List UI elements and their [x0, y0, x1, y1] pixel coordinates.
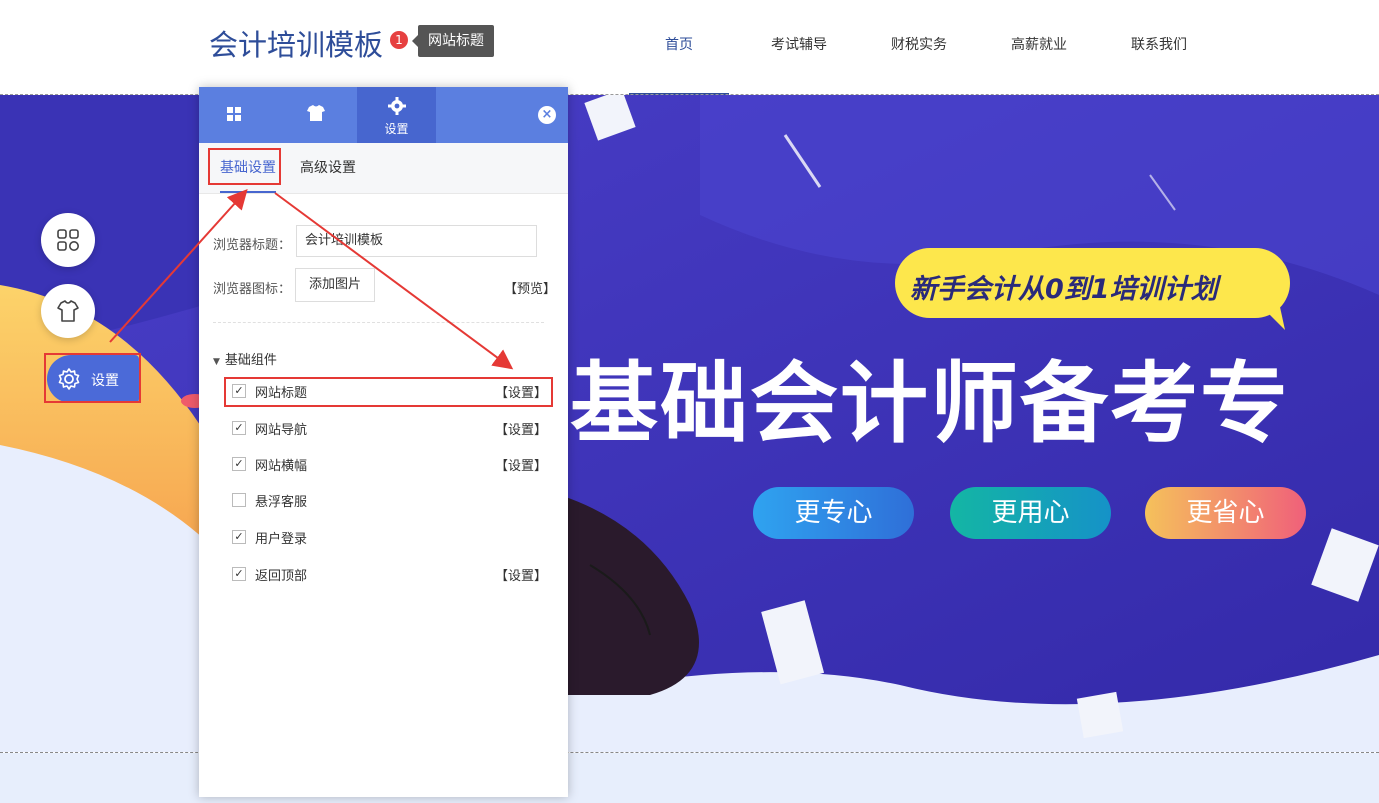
browser-title-label: 浏览器标题：	[213, 238, 292, 253]
site-title[interactable]: 会计培训模板	[209, 22, 383, 64]
component-label: 用户登录	[255, 532, 308, 547]
settings-panel: 设置 × 基础设置 高级设置 浏览器标题： 会计培训模板 浏览器图标： 添加图片…	[199, 87, 568, 797]
add-image-button[interactable]: 添加图片	[295, 268, 375, 302]
checkbox-float-service[interactable]	[232, 493, 246, 507]
component-row-back-to-top: ✓ 返回顶部 【设置】	[232, 560, 547, 590]
browser-title-input[interactable]: 会计培训模板	[296, 225, 537, 257]
checkbox-back-to-top[interactable]: ✓	[232, 567, 246, 581]
component-settings-link[interactable]: 【设置】	[495, 455, 547, 474]
component-label: 悬浮客服	[255, 495, 308, 510]
close-icon[interactable]: ×	[538, 106, 556, 124]
component-row-nav: ✓ 网站导航 【设置】	[232, 414, 547, 444]
gear-icon	[388, 97, 406, 115]
nav-item-home[interactable]: 首页	[629, 0, 729, 95]
tab-settings-label: 设置	[384, 122, 409, 136]
nav-item-tax[interactable]: 财税实务	[869, 0, 969, 95]
checkbox-nav[interactable]: ✓	[232, 421, 246, 435]
tshirt-icon	[57, 300, 79, 322]
tab-settings[interactable]: 设置	[357, 87, 436, 143]
component-row-login: ✓ 用户登录	[232, 523, 547, 553]
grid-icon	[227, 107, 241, 121]
nav-item-jobs[interactable]: 高薪就业	[989, 0, 1089, 95]
component-settings-link[interactable]: 【设置】	[495, 565, 547, 584]
tab-components[interactable]	[199, 87, 278, 143]
checkbox-banner[interactable]: ✓	[232, 457, 246, 471]
highlight-box-site-title	[224, 377, 553, 407]
tab-theme[interactable]	[278, 87, 357, 143]
checkbox-login[interactable]: ✓	[232, 530, 246, 544]
component-label: 返回顶部	[255, 569, 308, 584]
highlight-box-settings	[44, 353, 141, 403]
panel-tab-bar: 设置 ×	[199, 87, 568, 143]
components-float-button[interactable]	[41, 213, 95, 267]
component-row-float-service: 悬浮客服	[232, 486, 547, 516]
banner-headline: 基础会计师备考专	[570, 352, 1291, 455]
site-header: 会计培训模板 1 网站标题 首页 考试辅导 财税实务 高薪就业 联系我们	[0, 0, 1379, 95]
tooltip: 网站标题	[412, 25, 494, 57]
component-settings-link[interactable]: 【设置】	[495, 419, 547, 438]
banner-button-focus[interactable]: 更专心	[753, 487, 914, 539]
group-title-label: 基础组件	[224, 353, 277, 368]
group-basic-components[interactable]: ▼ 基础组件	[213, 349, 277, 368]
grid-icon	[57, 229, 79, 251]
theme-float-button[interactable]	[41, 284, 95, 338]
component-label: 网站导航	[255, 423, 308, 438]
preview-link[interactable]: 【预览】	[504, 278, 556, 297]
subtab-advanced[interactable]: 高级设置	[300, 143, 356, 193]
banner-button-save[interactable]: 更省心	[1145, 487, 1306, 539]
tshirt-icon	[307, 105, 325, 121]
caret-down-icon: ▼	[213, 357, 220, 367]
highlight-box-basic-tab	[208, 148, 281, 185]
nav-item-exam[interactable]: 考试辅导	[749, 0, 849, 95]
banner-slogan: 新手会计从0到1培训计划	[910, 274, 1218, 305]
banner-button-care[interactable]: 更用心	[950, 487, 1111, 539]
divider	[213, 322, 544, 323]
browser-icon-label: 浏览器图标：	[213, 282, 292, 297]
component-label: 网站横幅	[255, 459, 308, 474]
component-row-banner: ✓ 网站横幅 【设置】	[232, 450, 547, 480]
step-badge: 1	[390, 31, 408, 49]
nav-item-contact[interactable]: 联系我们	[1109, 0, 1209, 95]
